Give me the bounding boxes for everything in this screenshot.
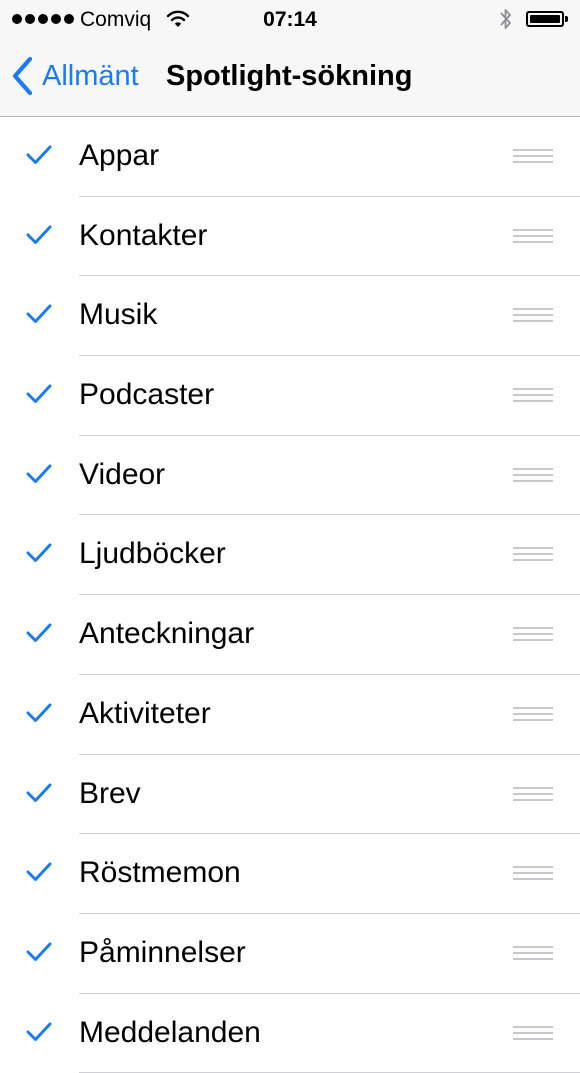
spotlight-results-list: Appar Kontakter Musik Podcaster Videor L… [0, 117, 580, 1073]
clock: 07:14 [263, 8, 317, 31]
checkmark-icon [26, 383, 52, 410]
bluetooth-icon [498, 6, 514, 37]
navigation-bar: Allmänt Spotlight-sökning [0, 40, 580, 117]
checkmark-icon [26, 702, 52, 729]
list-item-label: Ljudböcker [79, 537, 226, 571]
checkmark-icon [26, 1021, 52, 1048]
list-item-label: Musik [79, 298, 158, 332]
checkmark-icon [26, 224, 52, 251]
list-item-label: Röstmemon [79, 856, 241, 890]
battery-icon [526, 11, 568, 27]
reorder-handle-icon[interactable] [513, 228, 553, 244]
back-button-label: Allmänt [42, 59, 139, 92]
reorder-handle-icon[interactable] [513, 1025, 553, 1041]
chevron-left-icon [12, 56, 33, 96]
list-item-label: Videor [79, 457, 166, 491]
reorder-handle-icon[interactable] [513, 706, 553, 722]
list-item[interactable]: Röstmemon [0, 834, 580, 914]
back-button[interactable]: Allmänt [10, 54, 139, 98]
page-title: Spotlight-sökning [166, 60, 413, 92]
list-item-label: Podcaster [79, 378, 215, 412]
list-item[interactable]: Kontakter [0, 197, 580, 277]
reorder-handle-icon[interactable] [513, 308, 553, 323]
list-item-label: Meddelanden [79, 1015, 261, 1049]
checkmark-icon [26, 782, 52, 809]
list-item-label: Brev [79, 776, 141, 810]
list-item-label: Anteckningar [79, 617, 255, 651]
list-item-label: Appar [79, 139, 160, 172]
checkmark-icon [26, 463, 52, 490]
list-item[interactable]: Musik [0, 276, 580, 357]
list-item[interactable]: Brev [0, 755, 580, 835]
reorder-handle-icon[interactable] [513, 149, 553, 164]
list-item-label: Påminnelser [79, 935, 246, 969]
reorder-handle-icon[interactable] [513, 547, 553, 562]
reorder-handle-icon[interactable] [513, 388, 553, 403]
list-item[interactable]: Påminnelser [0, 914, 580, 994]
checkmark-icon [26, 622, 52, 649]
checkmark-icon [26, 303, 52, 330]
list-item[interactable]: Podcaster [0, 356, 580, 436]
list-item[interactable]: Anteckningar [0, 595, 580, 675]
list-item[interactable]: Videor [0, 436, 580, 516]
list-item-label: Aktiviteter [79, 696, 211, 730]
reorder-handle-icon[interactable] [513, 467, 553, 483]
list-item[interactable]: Aktiviteter [0, 675, 580, 755]
list-item[interactable]: Appar [0, 117, 580, 197]
list-item[interactable]: Ljudböcker [0, 515, 580, 596]
reorder-handle-icon[interactable] [513, 627, 553, 642]
checkmark-icon [26, 861, 52, 888]
list-item-label: Kontakter [79, 218, 208, 252]
reorder-handle-icon[interactable] [513, 866, 553, 881]
reorder-handle-icon[interactable] [513, 786, 553, 802]
checkmark-icon [26, 542, 52, 569]
checkmark-icon [26, 144, 52, 171]
checkmark-icon [26, 941, 52, 968]
reorder-handle-icon[interactable] [513, 945, 553, 961]
list-item[interactable]: Meddelanden [0, 994, 580, 1073]
status-bar: Comviq 07:14 [0, 0, 580, 40]
